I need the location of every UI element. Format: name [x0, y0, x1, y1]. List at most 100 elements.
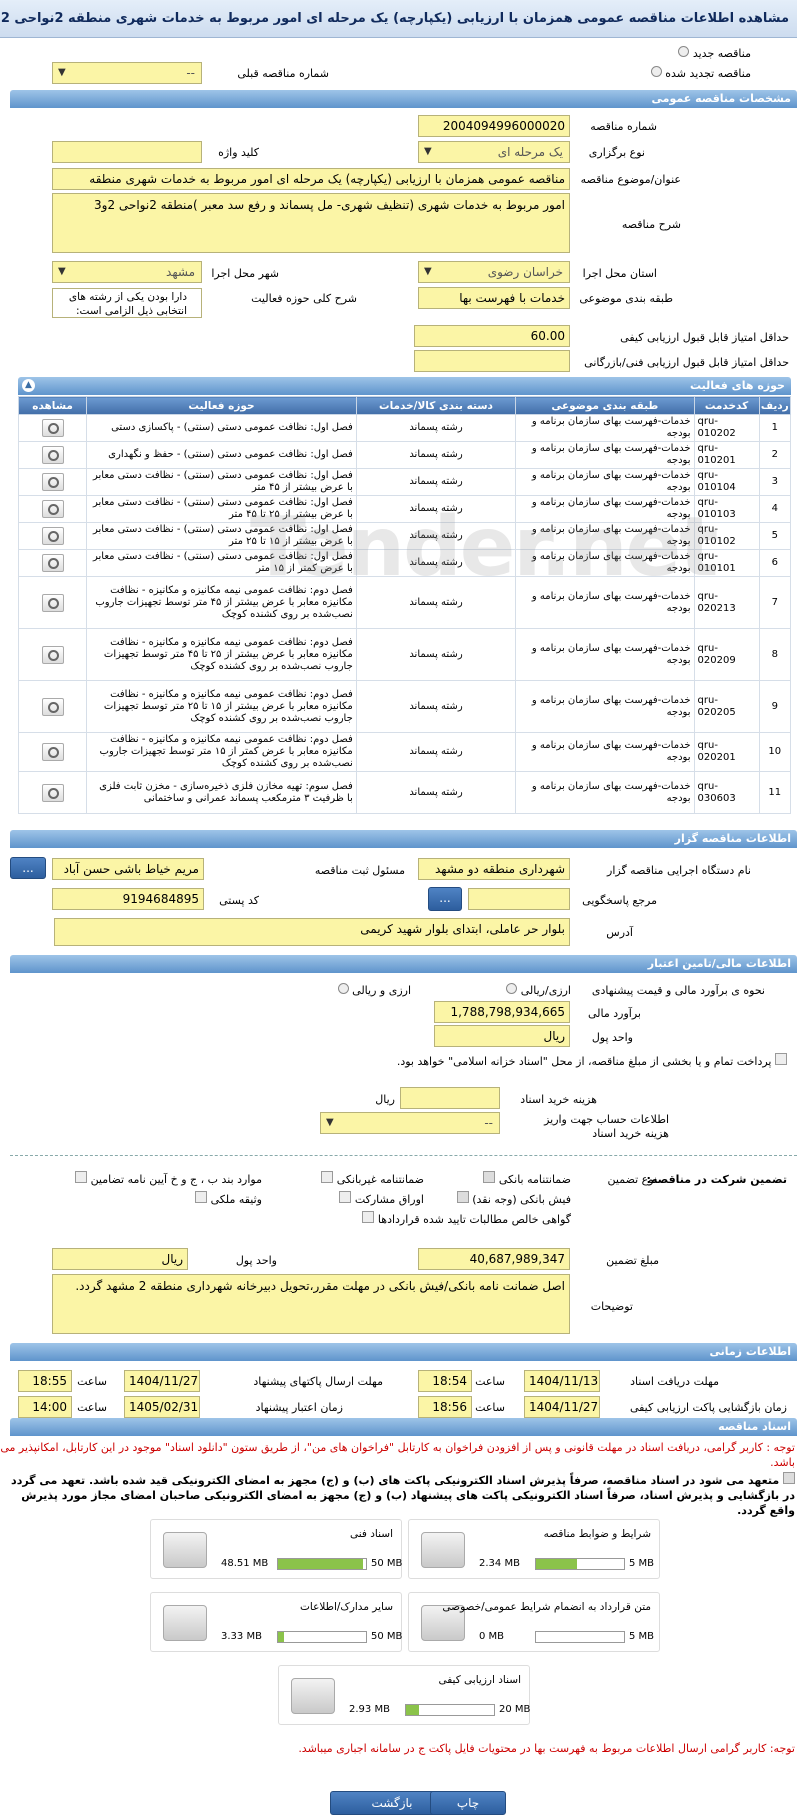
- tender-number-label: شماره مناقصه: [590, 120, 657, 133]
- time-label: ساعت: [475, 1401, 505, 1414]
- category-cell: خدمات-فهرست بهای سازمان برنامه و بودجه: [515, 495, 695, 523]
- timing-section-header: اطلاعات زمانی: [10, 1343, 797, 1361]
- guarantee-opt-bank[interactable]: ضمانتنامه بانکی: [483, 1171, 571, 1186]
- view-icon[interactable]: [41, 473, 64, 491]
- time-label: ساعت: [77, 1375, 107, 1388]
- collapse-icon[interactable]: ▲: [22, 379, 35, 392]
- goods-cell: رشته پسماند: [355, 495, 517, 523]
- category-cell: خدمات-فهرست بهای سازمان برنامه و بودجه: [515, 628, 695, 681]
- view-icon[interactable]: [41, 783, 64, 802]
- ref-lookup-button[interactable]: ...: [428, 887, 462, 911]
- service-code: qru-010103: [693, 495, 760, 523]
- table-row: 2 qru-010201 خدمات-فهرست بهای سازمان برنام…: [17, 441, 792, 469]
- field-cell: فصل دوم: نظافت عمومی نیمه مکانیزه و مکان…: [86, 680, 357, 733]
- method-opt1[interactable]: ارزی/ریالی: [506, 983, 571, 997]
- renewed-tender-option[interactable]: مناقصه تجدید شده: [650, 66, 751, 80]
- doc-box[interactable]: اسناد فنی 48.51 MB 50 MB: [150, 1519, 402, 1579]
- service-code: qru-020205: [693, 680, 760, 733]
- view-icon[interactable]: [41, 743, 64, 761]
- view-icon[interactable]: [41, 419, 64, 437]
- estimate-label: برآورد مالی: [588, 1007, 641, 1020]
- time-label: ساعت: [77, 1401, 107, 1414]
- resp-lookup-button[interactable]: ...: [10, 857, 46, 879]
- row-index: 1: [758, 414, 792, 442]
- doc-box[interactable]: متن قرارداد به انضمام شرایط عمومی/خصوصی 0…: [408, 1592, 660, 1652]
- view-icon[interactable]: [41, 500, 64, 518]
- guarantee-opt-bonds[interactable]: اوراق مشارکت: [339, 1191, 424, 1206]
- field-cell: فصل اول: نظافت عمومی دستی (سنتی) - نظافت…: [86, 522, 357, 550]
- ref-label: مرجع پاسخگویی: [582, 894, 657, 907]
- view-icon[interactable]: [41, 697, 64, 716]
- docs-notice: توجه : کاربر گرامی، دریافت اسناد در مهلت…: [0, 1441, 795, 1469]
- doc-box[interactable]: شرایط و ضوابط مناقصه 2.34 MB 5 MB: [408, 1519, 660, 1579]
- doc-used: 2.34 MB: [479, 1558, 520, 1569]
- category-label: طبقه بندی موضوعی: [579, 292, 673, 305]
- category-cell: خدمات-فهرست بهای سازمان برنامه و بودجه: [515, 522, 695, 550]
- guarantee-opt-property[interactable]: وثیقه ملکی: [195, 1191, 262, 1206]
- table-row: 11 qru-030603 خدمات-فهرست بهای سازمان برنا…: [17, 771, 792, 814]
- general-section-header: مشخصات مناقصه عمومی: [10, 90, 797, 108]
- view-icon[interactable]: [41, 593, 64, 612]
- doc-usage-bar: [535, 1631, 625, 1643]
- type-select[interactable]: یک مرحله ای ▼: [418, 141, 570, 163]
- guarantee-opt-nonbank[interactable]: ضمانتنامه غیربانکی: [321, 1171, 424, 1186]
- acct-select[interactable]: -- ▼: [320, 1112, 500, 1134]
- category-field: خدمات با فهرست بها: [418, 287, 570, 309]
- view-cell: [17, 771, 88, 814]
- doc-usage-bar: [405, 1704, 495, 1716]
- doc-used: 48.51 MB: [221, 1558, 269, 1569]
- commit-checkbox[interactable]: [783, 1472, 795, 1484]
- field-cell: فصل دوم: نظافت عمومی نیمه مکانیزه و مکان…: [86, 576, 357, 629]
- view-cell: [17, 468, 88, 496]
- desc-field: امور مربوط به خدمات شهری (تنظیف شهری- مل…: [52, 193, 570, 253]
- view-icon[interactable]: [41, 446, 64, 464]
- keyword-field[interactable]: [52, 141, 202, 163]
- new-tender-option[interactable]: مناقصه جدید: [678, 46, 751, 60]
- field-cell: فصل اول: نظافت عمومی دستی (سنتی) - نظافت…: [86, 549, 357, 577]
- guarantee-title: تضمین شرکت در مناقصه:: [646, 1173, 787, 1186]
- method-opt2[interactable]: ارزی و ریالی: [337, 983, 411, 997]
- print-button[interactable]: چاپ: [430, 1791, 506, 1815]
- acct-label: اطلاعات حساب جهت واریز هزینه خرید اسناد: [544, 1113, 669, 1140]
- tender-number-field: 2004094996000020: [418, 115, 570, 137]
- guarantee-opt-cash[interactable]: فیش بانکی (وجه نقد): [456, 1191, 571, 1206]
- field-cell: فصل اول: نظافت عمومی دستی (سنتی) - پاکسا…: [86, 414, 357, 442]
- goods-cell: رشته پسماند: [355, 414, 517, 442]
- treasury-checkbox[interactable]: [775, 1053, 787, 1065]
- guarantee-opt-clauses[interactable]: موارد بند ب ، ج و خ آیین نامه تضامین: [75, 1171, 262, 1186]
- doc-deadline-date: 1404/11/13: [524, 1370, 600, 1392]
- validity-date: 1405/02/31: [124, 1396, 200, 1418]
- view-icon[interactable]: [41, 527, 64, 545]
- doc-box[interactable]: سایر مدارک/اطلاعات 3.33 MB 50 MB: [150, 1592, 402, 1652]
- row-index: 11: [758, 771, 792, 814]
- city-select[interactable]: مشهد ▼: [52, 261, 202, 283]
- doc-usage-bar: [277, 1631, 367, 1643]
- view-cell: [17, 441, 88, 469]
- quality-open-time: 18:56: [418, 1396, 472, 1418]
- service-code: qru-010102: [693, 522, 760, 550]
- row-index: 10: [758, 732, 792, 772]
- row-index: 2: [758, 441, 792, 469]
- prev-number-select[interactable]: -- ▼: [52, 62, 202, 84]
- guarantee-opt-claims[interactable]: گواهی خالص مطالبات تایید شده قراردادها: [362, 1211, 571, 1226]
- folder-icon: [163, 1605, 207, 1641]
- table-row: 7 qru-020213 خدمات-فهرست بهای سازمان برنام…: [17, 576, 792, 629]
- field-cell: فصل اول: نظافت عمومی دستی (سنتی) - نظافت…: [86, 468, 357, 496]
- currency-label: واحد پول: [591, 1031, 633, 1044]
- view-icon[interactable]: [41, 554, 64, 572]
- goods-cell: رشته پسماند: [355, 680, 517, 733]
- doc-name: اسناد ارزیابی کیفی: [438, 1674, 521, 1686]
- desc-label: شرح مناقصه: [621, 218, 681, 231]
- province-select[interactable]: خراسان رضوی ▼: [418, 261, 570, 283]
- field-cell: فصل اول: نظافت عمومی دستی (سنتی) - حفظ و…: [86, 441, 357, 469]
- service-code: qru-020201: [693, 732, 760, 772]
- col-category: طبقه بندی موضوعی: [515, 396, 695, 415]
- doc-box[interactable]: اسناد ارزیابی کیفی 2.93 MB 20 MB: [278, 1665, 530, 1725]
- scope-list[interactable]: دارا بودن یکی از رشته های انتخابی ذیل ال…: [52, 288, 202, 318]
- row-index: 4: [758, 495, 792, 523]
- category-cell: خدمات-فهرست بهای سازمان برنامه و بودجه: [515, 680, 695, 733]
- category-cell: خدمات-فهرست بهای سازمان برنامه و بودجه: [515, 549, 695, 577]
- view-cell: [17, 732, 88, 772]
- view-icon[interactable]: [41, 645, 64, 664]
- finance-section-header: اطلاعات مالی/تامین اعتبار: [10, 955, 797, 973]
